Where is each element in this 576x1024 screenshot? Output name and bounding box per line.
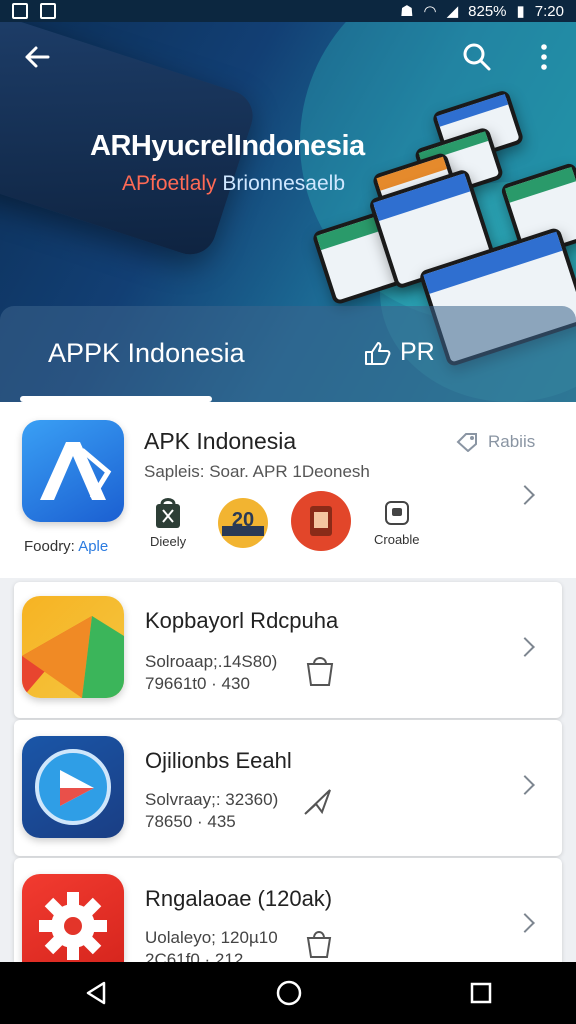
search-icon[interactable] [462, 42, 492, 72]
hero-subtitle: APfoetlaly Brionnesaelb [122, 172, 345, 196]
tab-apk-indonesia[interactable]: APPK Indonesia [48, 338, 245, 369]
system-navigation-bar [0, 962, 576, 1024]
tag-icon [456, 433, 477, 452]
app-meta-line: Solvraay;: 32360) [145, 790, 279, 809]
mini-app-red[interactable] [290, 490, 352, 552]
photo-notification-icon [40, 3, 56, 19]
svg-text:20: 20 [232, 509, 254, 531]
hero-subtitle-red: APfoetlaly [122, 172, 217, 195]
list-item[interactable]: Ojilionbs Eeahl Solvraay;: 32360) 78650 … [14, 720, 562, 856]
wifi-icon: ◠ [423, 3, 437, 20]
app-stats-line: 78650 · 435 [145, 812, 236, 831]
app-title: Kopbayorl Rdcpuha [145, 608, 339, 633]
featured-title: APK Indonesia [144, 428, 297, 454]
send-outline-icon [304, 789, 331, 815]
android-icon: ☗ [400, 3, 414, 20]
back-triangle-icon[interactable] [82, 979, 110, 1007]
app-title: Ojilionbs Eeahl [145, 748, 292, 773]
gear-icon[interactable] [22, 874, 124, 962]
caption-link[interactable]: Aple [78, 538, 108, 555]
featured-mini-apps: Dieely 20 Croable [144, 491, 444, 562]
status-bar: ☗ ◠ ◢ 825% ▮ 7:20 [0, 0, 576, 22]
featured-caption: Foodry: Aple [24, 538, 108, 555]
featured-subtitle: Sapleis: Soar. APR 1Deonesh [144, 462, 370, 481]
app-title: Rngalaoae (120ak) [145, 886, 333, 911]
battery-level: 825% [468, 2, 507, 20]
mini-app-croable[interactable]: Croable [374, 496, 420, 547]
mini-app-label: Croable [374, 532, 420, 547]
hero-title: ARHyucrelIndonesia [90, 130, 365, 162]
rating-text: Rabiis [488, 432, 536, 451]
mini-app-badge[interactable]: 20 [216, 496, 270, 550]
home-circle-icon[interactable] [275, 979, 303, 1007]
chevron-right-icon[interactable] [515, 913, 535, 933]
tab-bar: APPK Indonesia PR [0, 306, 576, 402]
chevron-right-icon[interactable] [515, 637, 535, 657]
thumbs-up-icon [365, 341, 391, 365]
clock: 7:20 [534, 2, 564, 20]
back-arrow-icon[interactable] [22, 42, 52, 72]
shopping-bag-outline-icon [306, 931, 332, 958]
chevron-right-icon[interactable] [515, 775, 535, 795]
apk-indonesia-app-icon[interactable] [22, 420, 124, 522]
app-stats-line: 79661t0 · 430 [145, 674, 250, 693]
app-meta-line: Solroaap;.14S80) [145, 652, 278, 671]
mini-app-dieely[interactable]: Dieely [150, 496, 186, 549]
badge-20-icon: 20 [218, 498, 268, 548]
signal-icon: ◢ [446, 3, 459, 20]
tab-pr[interactable]: PR [362, 338, 435, 367]
app-stats-line: 2C61f0 · 212 [145, 950, 244, 962]
hero-subtitle-blue: Brionnesaelb [222, 172, 345, 195]
more-menu-icon[interactable] [536, 42, 552, 72]
box-icon [384, 501, 409, 525]
mini-app-label: Dieely [150, 534, 187, 549]
shopping-bag-outline-icon [306, 657, 334, 686]
recents-square-icon[interactable] [468, 980, 494, 1006]
tab-pr-label: PR [400, 338, 435, 366]
notification-icon [12, 3, 28, 19]
battery-icon: ▮ [516, 3, 525, 20]
list-item[interactable]: Kopbayorl Rdcpuha Solroaap;.14S80) 79661… [14, 582, 562, 718]
paper-plane-color-icon[interactable] [22, 596, 124, 698]
red-circle-app-icon [291, 491, 351, 551]
app-meta-line: Uolaleyo; 120µ10 [145, 928, 278, 947]
featured-rating: Rabiis [456, 432, 535, 452]
play-circle-icon[interactable] [22, 736, 124, 838]
list-item[interactable]: Rngalaoae (120ak) Uolaleyo; 120µ10 2C61f… [14, 858, 562, 962]
caption-prefix: Foodry: [24, 538, 75, 555]
featured-app[interactable]: Foodry: Aple APK Indonesia Sapleis: Soar… [0, 402, 576, 578]
shopping-bag-icon [156, 498, 181, 528]
chevron-right-icon[interactable] [515, 485, 535, 505]
